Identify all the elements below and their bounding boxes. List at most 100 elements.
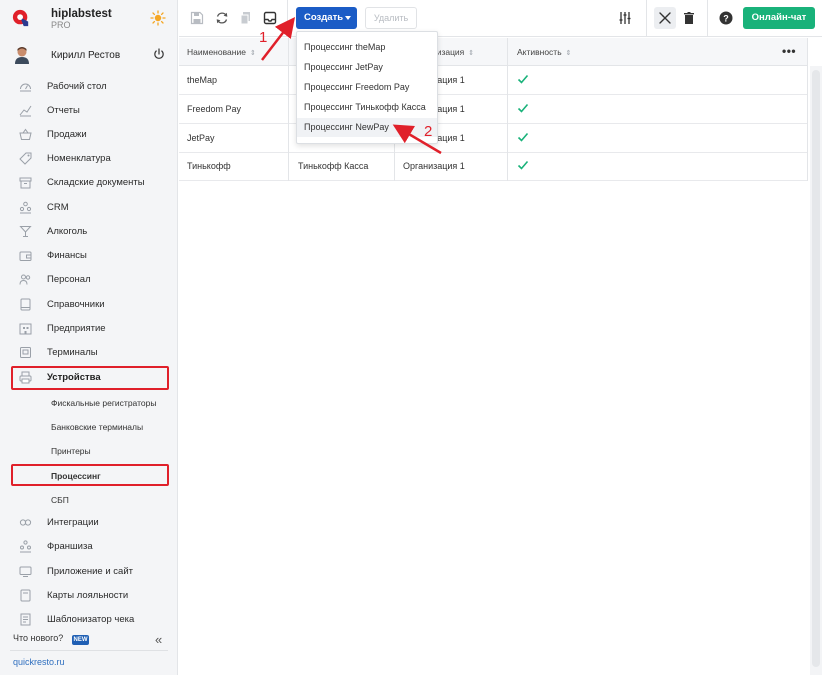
toolbar-divider <box>287 0 288 37</box>
toolbar: Создать Удалить ? Онлайн-чат <box>179 0 822 37</box>
sidebar-item-receipt-template[interactable]: Шаблонизатор чека <box>0 609 178 631</box>
refresh-icon[interactable] <box>215 11 229 25</box>
sidebar-item-label: Финансы <box>47 250 87 261</box>
column-header-activity[interactable]: Активность ⇕ <box>517 47 572 57</box>
chevron-down-icon <box>345 16 351 20</box>
sidebar-item-label: Приложение и сайт <box>47 566 133 577</box>
create-button[interactable]: Создать <box>296 7 357 29</box>
delete-button[interactable]: Удалить <box>365 7 417 29</box>
copy-icon[interactable] <box>239 11 253 25</box>
user-name: Кирилл Рестов <box>51 50 121 61</box>
whats-new-link[interactable]: Что нового? <box>13 633 63 643</box>
menu-item-processing-themap[interactable]: Процессинг theMap <box>297 38 437 57</box>
sidebar-item-crm[interactable]: CRM <box>0 197 178 219</box>
column-settings-sliders-icon[interactable] <box>618 11 632 25</box>
sidebar-item-label: Алкоголь <box>47 226 88 237</box>
table-header: Наименование ⇕ низация ⇕ Активность ⇕ ••• <box>179 38 808 66</box>
sidebar-item-label: CRM <box>47 202 69 213</box>
collapse-sidebar-icon[interactable]: « <box>155 632 162 647</box>
annotation-number-2: 2 <box>424 123 433 140</box>
tools-wrench-icon <box>659 12 671 24</box>
sidebar-item-finance[interactable]: Финансы <box>0 245 178 267</box>
sidebar-item-label: Интеграции <box>47 517 99 528</box>
subitem-bank-terminals[interactable]: Банковские терминалы <box>0 417 178 437</box>
avatar <box>15 47 29 64</box>
subitem-sbp[interactable]: СБП <box>0 490 178 510</box>
sort-icon: ⇕ <box>249 50 256 57</box>
menu-item-processing-freedom-pay[interactable]: Процессинг Freedom Pay <box>297 78 437 97</box>
power-icon[interactable] <box>153 48 165 60</box>
column-divider <box>288 38 289 181</box>
sidebar-item-alcohol[interactable]: Алкоголь <box>0 221 178 243</box>
warehouse-icon <box>19 177 32 189</box>
sidebar-item-loyalty[interactable]: Карты лояльности <box>0 585 178 607</box>
franchise-icon <box>20 540 31 553</box>
table-row[interactable]: theMap Организация 1 <box>179 66 808 95</box>
sidebar-item-warehouse[interactable]: Складские документы <box>0 172 178 194</box>
check-icon <box>517 103 529 113</box>
menu-item-processing-jetpay[interactable]: Процессинг JetPay <box>297 58 437 77</box>
svg-text:?: ? <box>723 13 729 23</box>
trash-icon[interactable] <box>682 11 696 25</box>
sidebar-item-label: Продажи <box>47 129 87 140</box>
subitem-printers[interactable]: Принтеры <box>0 441 178 461</box>
user-profile[interactable]: Кирилл Рестов <box>0 42 178 68</box>
column-header-organization[interactable]: низация ⇕ <box>432 47 474 57</box>
sort-icon: ⇕ <box>468 50 475 57</box>
sidebar-item-label: Предприятие <box>47 323 106 334</box>
subitem-label: Фискальные регистраторы <box>51 398 157 408</box>
sidebar-item-franchise[interactable]: Франшиза <box>0 536 178 558</box>
toolbar-divider <box>646 0 647 37</box>
sidebar-item-label: Карты лояльности <box>47 590 129 601</box>
menu-item-processing-tinkoff[interactable]: Процессинг Тинькофф Касса <box>297 98 437 117</box>
sidebar-item-label: Номенклатура <box>47 153 111 164</box>
table-row[interactable]: Freedom Pay Организация 1 <box>179 95 808 124</box>
sidebar-item-terminals[interactable]: Терминалы <box>0 342 178 364</box>
column-header-label: Наименование <box>187 47 246 57</box>
toolbar-divider <box>707 0 708 37</box>
help-icon[interactable]: ? <box>719 11 733 25</box>
check-icon <box>517 160 529 170</box>
brand-header[interactable]: hiplabstest PRO <box>0 0 178 38</box>
sales-basket-icon <box>19 128 32 140</box>
check-icon <box>517 74 529 84</box>
sidebar-item-sales[interactable]: Продажи <box>0 124 178 146</box>
scrollbar-thumb[interactable] <box>812 70 820 667</box>
more-options-icon[interactable]: ••• <box>782 44 796 58</box>
table-row[interactable]: Тинькофф Тинькофф Касса Организация 1 <box>179 152 808 181</box>
sidebar-item-dashboard[interactable]: Рабочий стол <box>0 76 178 98</box>
online-chat-button[interactable]: Онлайн-чат <box>743 7 815 29</box>
devices-printer-icon <box>19 371 32 384</box>
app-root: hiplabstest PRO Кирилл Рестов Рабочий ст… <box>0 0 822 675</box>
sidebar-item-reference[interactable]: Справочники <box>0 294 178 316</box>
sidebar-item-devices[interactable]: Устройства <box>0 367 178 389</box>
column-header-name[interactable]: Наименование ⇕ <box>187 47 256 57</box>
cell-name: JetPay <box>187 133 215 143</box>
subitem-fiscal-registers[interactable]: Фискальные регистраторы <box>0 393 178 413</box>
check-icon <box>517 132 529 142</box>
sidebar-item-label: Рабочий стол <box>47 81 107 92</box>
sidebar-item-nomenclature[interactable]: Номенклатура <box>0 148 178 170</box>
sidebar-item-integrations[interactable]: Интеграции <box>0 512 178 534</box>
subitem-label: Банковские терминалы <box>51 422 144 432</box>
menu-item-processing-newpay[interactable]: Процессинг NewPay <box>297 118 437 137</box>
sidebar-item-staff[interactable]: Персонал <box>0 269 178 291</box>
loyalty-card-icon <box>20 589 31 602</box>
sidebar-item-enterprise[interactable]: Предприятие <box>0 318 178 340</box>
save-icon[interactable] <box>190 11 204 25</box>
table-row[interactable]: JetPay Организация 1 <box>179 124 808 153</box>
site-link[interactable]: quickresto.ru <box>13 657 65 667</box>
column-header-label: Активность <box>517 47 562 57</box>
subitem-label: Принтеры <box>51 446 91 456</box>
subitem-processing[interactable]: Процессинг <box>0 466 178 486</box>
terminal-icon <box>20 347 31 358</box>
brand-logo-icon <box>12 9 29 27</box>
crm-people-icon <box>19 201 32 214</box>
sidebar-item-reports[interactable]: Отчеты <box>0 100 178 122</box>
subitem-label: СБП <box>51 495 69 505</box>
theme-sun-icon[interactable] <box>150 10 166 26</box>
brand-plan: PRO <box>51 20 71 30</box>
inbox-icon[interactable] <box>263 11 277 25</box>
sort-icon: ⇕ <box>565 50 572 57</box>
sidebar-item-app-site[interactable]: Приложение и сайт <box>0 561 178 583</box>
